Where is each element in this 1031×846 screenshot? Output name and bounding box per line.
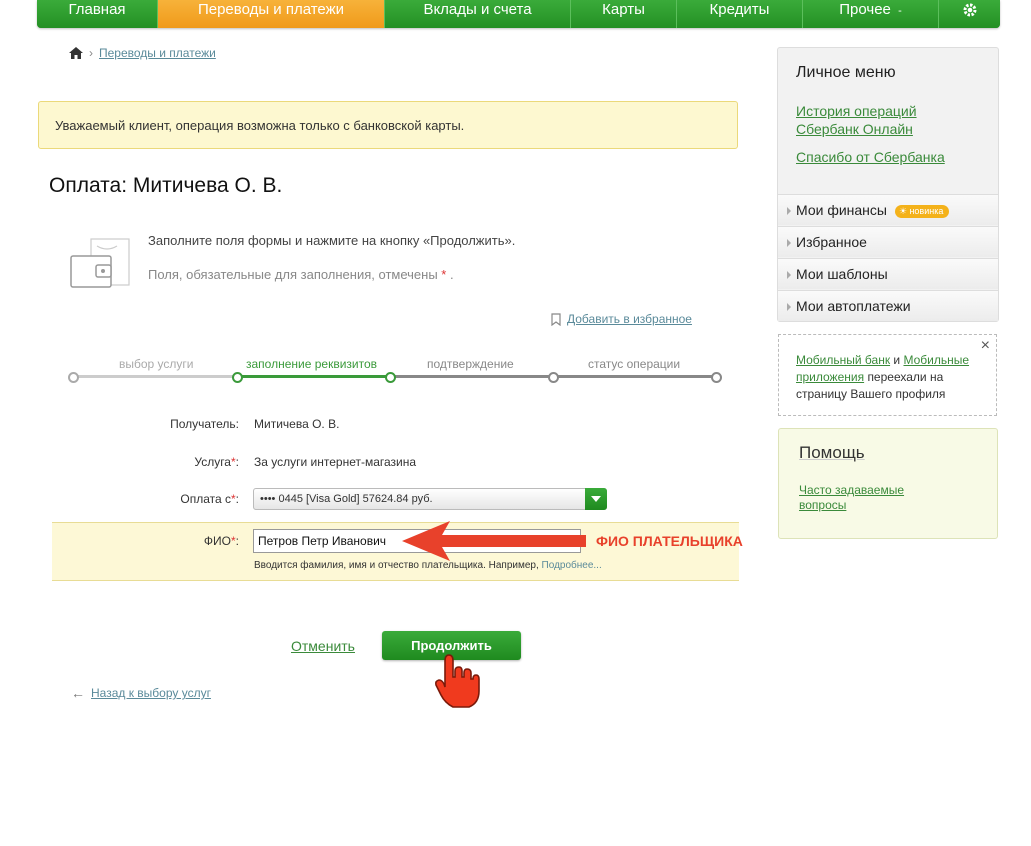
arrow-left-icon: ← <box>71 685 85 701</box>
help-title: Помощь <box>799 443 865 462</box>
step-dot-2 <box>232 372 243 383</box>
breadcrumb: › Переводы и платежи <box>69 46 216 60</box>
menu-link-history[interactable]: История операций <box>796 103 917 119</box>
step-3-label: подтверждение <box>427 357 514 371</box>
close-icon[interactable]: × <box>981 337 990 354</box>
fio-colon: : <box>235 534 239 548</box>
nav-more-label: Прочее <box>839 1 891 18</box>
payfrom-label-text: Оплата с <box>180 492 231 506</box>
recipient-value: Митичева О. В. <box>254 417 340 431</box>
chevron-down-icon[interactable] <box>585 488 607 510</box>
menu-item-autopay[interactable]: Мои автоплатежи <box>778 290 998 321</box>
menu-item-templates[interactable]: Мои шаблоны <box>778 258 998 289</box>
payfrom-selected: •••• 0445 [Visa Gold] 57624.84 руб. <box>260 493 433 505</box>
required-mark: * <box>441 267 447 282</box>
nav-transfers[interactable]: Переводы и платежи <box>158 0 385 28</box>
arrow-left-icon <box>402 521 586 561</box>
nav-credits[interactable]: Кредиты <box>677 0 803 28</box>
step-dot-3 <box>385 372 396 383</box>
nav-cards[interactable]: Карты <box>571 0 677 28</box>
fio-label-text: ФИО <box>203 534 231 548</box>
step-line-1 <box>73 375 237 378</box>
payfrom-colon: : <box>235 492 239 506</box>
personal-menu: Личное меню История операций Сбербанк Он… <box>777 47 999 322</box>
step-dot-1 <box>68 372 79 383</box>
step-dot-5 <box>711 372 722 383</box>
menu-title: Личное меню <box>796 64 896 81</box>
page-title: Оплата: Митичева О. В. <box>49 174 283 197</box>
nav-more-suffix: - <box>898 5 902 17</box>
annotation-label: ФИО ПЛАТЕЛЬЩИКА <box>596 533 743 549</box>
notice-and: и <box>893 353 901 367</box>
service-value: За услуги интернет-магазина <box>254 455 417 469</box>
back-link[interactable]: ← Назад к выбору услуг <box>71 685 211 701</box>
top-nav: Главная Переводы и платежи Вклады и счет… <box>37 0 1000 28</box>
service-colon: : <box>235 455 239 469</box>
recipient-label: Получатель: <box>170 417 239 431</box>
gear-icon <box>963 3 976 17</box>
settings-button[interactable] <box>939 0 1000 28</box>
step-line-2 <box>237 375 390 378</box>
add-favorite-link[interactable]: Добавить в избранное <box>567 312 692 326</box>
nav-more[interactable]: Прочее - <box>803 0 939 28</box>
nav-home[interactable]: Главная <box>37 0 158 28</box>
step-dot-4 <box>548 372 559 383</box>
service-label: Услуга*: <box>119 455 239 469</box>
form-hint: Заполните поля формы и нажмите на кнопку… <box>148 233 516 248</box>
required-hint: Поля, обязательные для заполнения, отмеч… <box>148 267 454 282</box>
menu-link-thanks[interactable]: Спасибо от Сбербанка <box>796 149 945 165</box>
fio-label: ФИО*: <box>119 534 239 548</box>
step-1-label: выбор услуги <box>119 357 194 371</box>
mobile-notice: × Мобильный банк и Мобильные приложения … <box>778 334 997 416</box>
new-badge: ☀ новинка <box>894 205 950 218</box>
step-4-label: статус операции <box>588 357 681 371</box>
hand-cursor-icon <box>435 654 480 708</box>
breadcrumb-transfers[interactable]: Переводы и платежи <box>99 46 216 60</box>
notice-link-mobile-bank[interactable]: Мобильный банк <box>796 353 890 367</box>
nav-deposits[interactable]: Вклады и счета <box>385 0 571 28</box>
back-link-text[interactable]: Назад к выбору услуг <box>91 686 211 700</box>
required-hint-end: . <box>449 267 454 282</box>
payfrom-select[interactable]: •••• 0445 [Visa Gold] 57624.84 руб. <box>253 488 607 510</box>
step-2-label: заполнение реквизитов <box>246 357 378 371</box>
alert-text: Уважаемый клиент, операция возможна толь… <box>55 118 465 133</box>
payfrom-label: Оплата с*: <box>119 492 239 506</box>
chevron-right-icon: › <box>89 46 93 60</box>
menu-item-finances[interactable]: Мои финансы ☀ новинка <box>778 194 998 225</box>
service-label-text: Услуга <box>194 455 231 469</box>
faq-link[interactable]: Часто задаваемые вопросы <box>799 483 929 513</box>
menu-item-favorites[interactable]: Избранное <box>778 226 998 257</box>
add-favorite[interactable]: Добавить в избранное <box>551 312 692 326</box>
alert-banner: Уважаемый клиент, операция возможна толь… <box>38 101 738 149</box>
wallet-icon <box>70 238 130 288</box>
help-box: Помощь Часто задаваемые вопросы <box>778 428 998 539</box>
required-hint-text: Поля, обязательные для заполнения, отмеч… <box>148 267 438 282</box>
sun-icon: ☀ <box>898 206 907 216</box>
cancel-button[interactable]: Отменить <box>291 638 355 654</box>
home-icon[interactable] <box>69 47 83 59</box>
new-badge-text: новинка <box>909 206 944 216</box>
menu-item-finances-label: Мои финансы <box>796 202 887 218</box>
bookmark-icon <box>551 312 561 326</box>
menu-link-online[interactable]: Сбербанк Онлайн <box>796 121 913 137</box>
